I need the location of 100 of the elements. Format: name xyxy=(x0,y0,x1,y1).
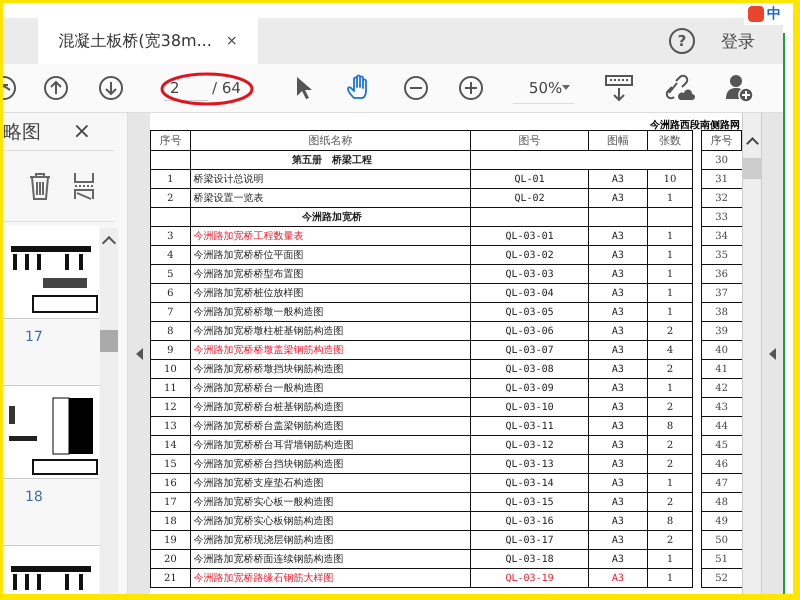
table-cell: 3 xyxy=(167,230,174,242)
next-page-icon[interactable] xyxy=(98,75,124,101)
page-count: / 64 xyxy=(212,79,241,97)
table-cell: 今洲路加宽桥桥台盖梁钢筋构造图 xyxy=(194,421,344,432)
table-cell: 16 xyxy=(164,478,177,488)
table-cell: 1 xyxy=(666,478,674,488)
ime-indicator[interactable]: 中 xyxy=(744,3,783,25)
table-cell: 1 xyxy=(666,192,674,204)
extract-pages-icon[interactable] xyxy=(73,171,95,201)
table-cell: A3 xyxy=(612,440,624,450)
column-header: 图幅 xyxy=(588,130,648,150)
table-cell: 45 xyxy=(715,440,728,450)
table-cell: 30 xyxy=(715,154,728,166)
table-cell: 18 xyxy=(164,516,177,526)
table-cell: 今洲路加宽桥桥位平面图 xyxy=(194,250,304,261)
link-cloud-icon[interactable] xyxy=(663,73,696,103)
table-cell: 7 xyxy=(167,306,174,318)
table-cell: 今洲路加宽桥实心板钢筋构造图 xyxy=(194,516,334,527)
column-header: 图纸名称 xyxy=(190,130,471,150)
table-cell: 1 xyxy=(666,268,674,280)
scroll-thumb[interactable] xyxy=(100,330,118,352)
table-cell: 8 xyxy=(666,516,674,526)
table-cell: 49 xyxy=(715,516,728,526)
table-cell: A3 xyxy=(612,288,624,298)
table-cell: A3 xyxy=(612,554,624,564)
page-number: 17 xyxy=(24,328,44,347)
table-cell: 今洲路加宽桥桥台耳背墙钢筋构造图 xyxy=(194,440,354,451)
scroll-thumb[interactable] xyxy=(743,158,761,179)
table-cell: 1 xyxy=(666,230,674,242)
table-cell: A3 xyxy=(612,382,624,394)
trash-icon[interactable] xyxy=(27,171,53,201)
table-cell: A3 xyxy=(612,230,624,242)
table-cell: 52 xyxy=(715,572,728,584)
table-cell: A3 xyxy=(612,478,624,488)
help-button[interactable]: ? xyxy=(669,28,695,54)
table-cell: 2 xyxy=(666,364,674,374)
table-cell: 38 xyxy=(715,306,728,318)
table-cell: 12 xyxy=(164,402,177,412)
collapse-icon[interactable] xyxy=(3,75,17,101)
table-cell: A3 xyxy=(612,364,624,374)
document-tab[interactable]: 混凝土板桥(宽38m... × xyxy=(38,18,258,64)
table-cell: 今洲路加宽桥支座垫石构造图 xyxy=(194,478,324,489)
table-cell: QL-03-08 xyxy=(505,364,554,374)
table-cell: A3 xyxy=(612,268,624,280)
column-header: 张数 xyxy=(648,130,692,150)
table-cell: QL-03-17 xyxy=(505,534,554,546)
table-cell: 40 xyxy=(715,344,728,356)
page-number-field[interactable]: 2 xyxy=(164,76,208,100)
add-user-icon[interactable] xyxy=(724,73,754,103)
login-link[interactable]: 登录 xyxy=(721,30,755,52)
table-cell: QL-03-14 xyxy=(505,478,554,488)
table-cell: 今洲路加宽桥桩位放样图 xyxy=(194,288,304,299)
table-cell: A3 xyxy=(612,496,624,508)
table-cell: 今洲路加宽桥墩柱桩基钢筋构造图 xyxy=(194,326,344,337)
table-cell: 1 xyxy=(666,554,674,564)
table-cell: A3 xyxy=(612,174,624,184)
table-cell: 今洲路加宽桥桥面连续钢筋构造图 xyxy=(194,554,344,565)
table-cell: QL-03-16 xyxy=(505,516,554,526)
table-cell: 今洲路加宽桥桥墩一般构造图 xyxy=(194,307,324,318)
table-cell: QL-03-06 xyxy=(505,326,554,336)
close-panel-button[interactable]: × xyxy=(72,119,91,144)
close-tab-button[interactable]: × xyxy=(226,33,238,49)
previous-page-icon[interactable] xyxy=(43,75,69,101)
panel-title: 略图 xyxy=(3,120,41,144)
table-cell: 今洲路加宽桥路缘石钢筋大样图 xyxy=(194,573,334,584)
table-cell: 42 xyxy=(715,382,728,394)
table-cell: 2 xyxy=(666,458,674,470)
table-cell: 2 xyxy=(666,402,674,412)
expand-panel-icon[interactable] xyxy=(769,348,776,360)
scrollbar[interactable] xyxy=(100,228,118,594)
table-cell: 今洲路加宽桥实心板一般构造图 xyxy=(194,497,334,508)
table-cell: 1 xyxy=(666,250,674,260)
table-cell: 2 xyxy=(167,192,174,204)
column-header: 序号 xyxy=(150,130,190,150)
table-cell: 14 xyxy=(164,440,177,450)
column-header: 图号 xyxy=(470,130,588,150)
table-cell: 36 xyxy=(715,268,728,280)
table-cell: A3 xyxy=(612,572,624,584)
table-cell: 2 xyxy=(666,440,674,450)
zoom-out-icon[interactable] xyxy=(402,75,429,101)
previous-page-icon[interactable] xyxy=(136,348,142,360)
table-cell: 4 xyxy=(167,250,174,260)
ime-mode: 中 xyxy=(767,5,781,23)
table-cell: 4 xyxy=(666,344,674,356)
table-cell: 9 xyxy=(167,344,174,356)
table-cell: 39 xyxy=(715,326,728,336)
table-cell: 35 xyxy=(715,250,728,260)
table-cell: A3 xyxy=(612,420,624,432)
table-cell: 10 xyxy=(664,174,676,184)
scrollbar[interactable] xyxy=(742,113,761,594)
table-cell: A3 xyxy=(612,402,624,412)
zoom-in-icon[interactable] xyxy=(458,75,484,101)
keyboard-download-icon[interactable] xyxy=(604,73,634,103)
table-cell: QL-02 xyxy=(514,192,545,204)
zoom-dropdown[interactable]: 50% xyxy=(512,72,574,104)
table-cell: 8 xyxy=(167,326,174,336)
table-cell: 43 xyxy=(715,402,728,412)
table-cell: 48 xyxy=(715,496,728,508)
table-cell: 桥梁设计总说明 xyxy=(194,174,264,185)
caret-icon xyxy=(562,85,570,90)
